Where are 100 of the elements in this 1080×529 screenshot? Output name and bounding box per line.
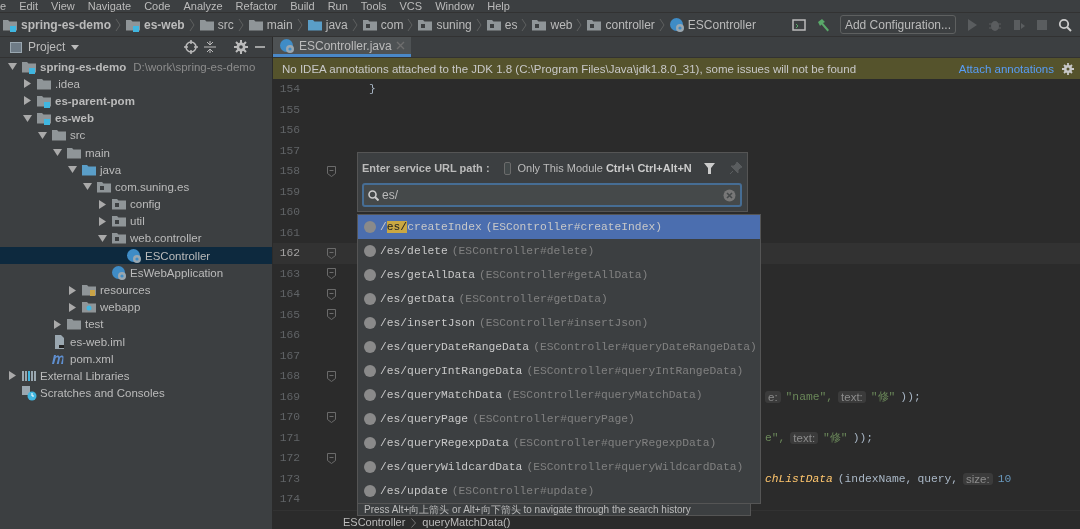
collapsed-arrow-icon[interactable] — [98, 216, 106, 226]
collapsed-arrow-icon[interactable] — [53, 319, 61, 329]
expanded-arrow-icon[interactable] — [7, 63, 17, 71]
expanded-arrow-icon[interactable] — [37, 131, 47, 139]
collapsed-arrow-icon[interactable] — [68, 302, 76, 312]
expanded-arrow-icon[interactable] — [22, 114, 32, 122]
collapsed-arrow-icon[interactable] — [8, 371, 16, 381]
collapse-all-icon[interactable] — [204, 40, 216, 54]
collapsed-arrow-icon[interactable] — [68, 285, 76, 295]
menu-item[interactable]: Edit — [19, 0, 39, 12]
url-result-item[interactable]: /es/getAllData (ESController#getAllData) — [358, 263, 760, 287]
breadcrumb-item[interactable]: spring-es-demo — [21, 17, 111, 32]
selected-tree-row[interactable]: ESController — [0, 247, 272, 265]
tree-item[interactable]: src — [70, 129, 86, 142]
add-configuration-button[interactable]: Add Configuration... — [839, 15, 956, 34]
attach-annotations-link[interactable]: Attach annotations — [958, 62, 1054, 75]
search-icon[interactable] — [1058, 17, 1072, 32]
tree-item[interactable]: resources — [100, 284, 151, 297]
fold-marker-icon[interactable] — [327, 165, 336, 177]
url-result-item[interactable]: /es/queryIntRangeData (ESController#queryIntRangeData) — [358, 359, 760, 383]
url-result-item[interactable]: /es/queryWildcardData (ESController#queryWildcardData) — [358, 455, 760, 479]
collapsed-arrow-icon[interactable] — [23, 79, 31, 89]
tree-item[interactable]: config — [130, 198, 161, 211]
breadcrumb-item[interactable]: main — [266, 17, 293, 32]
menu-item[interactable]: Build — [290, 0, 315, 12]
url-result-item[interactable]: /es/getData (ESController#getData) — [358, 287, 760, 311]
tree-item[interactable]: es-parent-pom — [55, 94, 135, 107]
breadcrumb-item[interactable]: ESController — [687, 17, 756, 32]
tree-item[interactable]: com.suning.es — [115, 180, 190, 193]
menu-item[interactable]: Analyze — [183, 0, 223, 12]
tree-item[interactable]: spring-es-demo — [40, 60, 127, 73]
fold-marker-icon[interactable] — [327, 288, 336, 300]
layout-icon[interactable] — [791, 18, 806, 31]
tree-item[interactable]: pom.xml — [70, 352, 114, 365]
expanded-arrow-icon[interactable] — [97, 234, 107, 242]
breadcrumb-item[interactable]: java — [325, 17, 348, 32]
tree-item[interactable]: webapp — [100, 301, 141, 314]
fold-marker-icon[interactable] — [327, 370, 336, 382]
tree-item[interactable]: ESController — [145, 249, 211, 262]
breadcrumb-item[interactable]: es — [504, 17, 518, 32]
url-result-item[interactable]: /es/createIndex (ESController#createIndex) — [358, 215, 760, 239]
filter-icon[interactable] — [703, 162, 715, 174]
breadcrumb-item[interactable]: com — [380, 17, 404, 32]
menu-item[interactable]: View — [51, 0, 75, 12]
breadcrumb-item[interactable]: src — [217, 17, 234, 32]
fold-marker-icon[interactable] — [327, 452, 336, 464]
url-result-item[interactable]: /es/insertJson (ESController#insertJson) — [358, 311, 760, 335]
editor-tab[interactable]: ESController.java — [273, 37, 411, 57]
tree-item[interactable]: es-web — [55, 112, 94, 125]
only-module-checkbox[interactable] — [503, 161, 512, 175]
build-hammer-icon[interactable] — [815, 17, 830, 32]
settings-icon[interactable] — [1062, 62, 1074, 75]
fold-marker-icon[interactable] — [327, 247, 336, 259]
breadcrumb-item[interactable]: ESController — [343, 515, 406, 528]
tree-item[interactable]: main — [85, 146, 110, 159]
tree-item[interactable]: web.controller — [130, 232, 202, 245]
search-field[interactable]: es/ — [362, 183, 742, 207]
menu-item[interactable]: VCS — [399, 0, 423, 12]
menu-item[interactable]: Code — [144, 0, 171, 12]
menu-item[interactable]: Window — [435, 0, 475, 12]
expanded-arrow-icon[interactable] — [67, 166, 77, 174]
fold-marker-icon[interactable] — [327, 411, 336, 423]
breadcrumb-item[interactable]: controller — [605, 17, 655, 32]
tree-item[interactable]: External Libraries — [40, 369, 130, 382]
url-result-item[interactable]: /es/delete (ESController#delete) — [358, 239, 760, 263]
menu-item[interactable]: Refactor — [235, 0, 278, 12]
breadcrumb-item[interactable]: es-web — [144, 17, 185, 32]
menu-item[interactable]: Navigate — [87, 0, 132, 12]
expanded-arrow-icon[interactable] — [52, 149, 62, 157]
tree-item[interactable]: es-web.iml — [70, 335, 125, 348]
fold-marker-icon[interactable] — [327, 268, 336, 280]
menu-item[interactable]: Help — [487, 0, 510, 12]
url-result-item[interactable]: /es/queryMatchData (ESController#queryMatchData) — [358, 383, 760, 407]
breadcrumb-item[interactable]: web — [550, 17, 573, 32]
breadcrumb-item[interactable]: queryMatchData() — [422, 515, 511, 528]
url-result-item[interactable]: /es/queryRegexpData (ESController#queryRegexpData) — [358, 431, 760, 455]
tree-item[interactable]: util — [130, 215, 145, 228]
url-result-item[interactable]: /es/queryDateRangeData (ESController#queryDateRangeData) — [358, 335, 760, 359]
fold-marker-icon[interactable] — [327, 309, 336, 321]
checkbox-label[interactable]: Only This Module Ctrl+\ Ctrl+Alt+N — [517, 162, 692, 174]
tree-item[interactable]: java — [100, 163, 122, 176]
settings-icon[interactable] — [234, 40, 248, 54]
menu-item[interactable]: Tools — [360, 0, 387, 12]
menu-item[interactable]: e — [0, 0, 7, 12]
line-number: 163 — [278, 267, 300, 280]
expanded-arrow-icon[interactable] — [82, 183, 92, 191]
tree-item[interactable]: .idea — [55, 77, 80, 90]
locate-icon[interactable] — [184, 40, 198, 54]
tree-item[interactable]: EsWebApplication — [130, 266, 224, 279]
code-token: } — [369, 83, 376, 96]
collapsed-arrow-icon[interactable] — [98, 199, 106, 209]
collapsed-arrow-icon[interactable] — [23, 96, 31, 106]
tree-item[interactable]: Scratches and Consoles — [40, 387, 165, 400]
search-input[interactable]: es/ — [382, 188, 720, 202]
url-result-item[interactable]: /es/update (ESController#update) — [358, 479, 760, 503]
tree-item[interactable]: test — [85, 318, 104, 331]
url-result-item[interactable]: /es/queryPage (ESController#queryPage) — [358, 407, 760, 431]
breadcrumb-item[interactable]: suning — [436, 17, 472, 32]
menu-item[interactable]: Run — [327, 0, 348, 12]
project-view-dropdown[interactable]: Project — [10, 40, 80, 54]
